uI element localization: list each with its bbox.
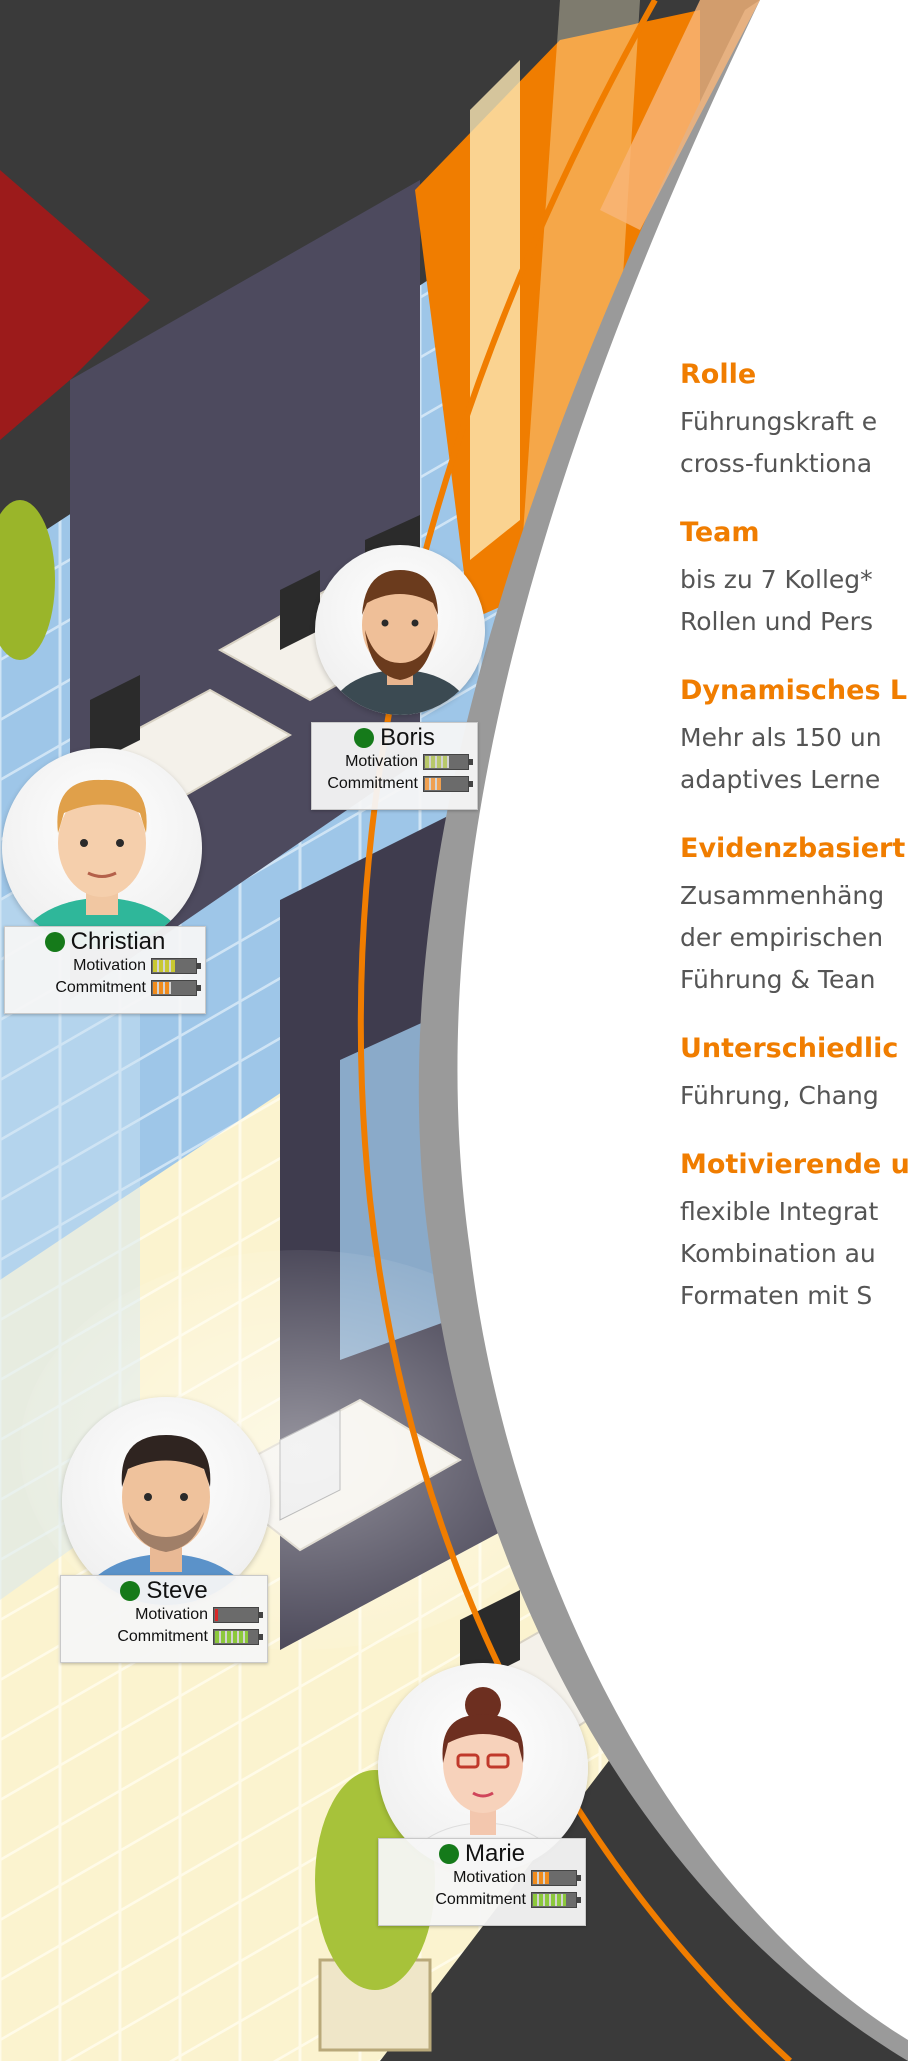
- commitment-row: Commitment: [5, 977, 205, 999]
- motivation-label: Motivation: [453, 1869, 526, 1886]
- name-row: Marie: [379, 1839, 585, 1867]
- commitment-label: Commitment: [117, 1628, 208, 1645]
- feature-heading: Motivierende u: [680, 1149, 908, 1180]
- feature-text-line: bis zu 7 Kolleg*: [680, 565, 873, 594]
- status-card-marie: Marie Motivation Commitment: [378, 1838, 586, 1926]
- feature-evidenzbasiert: Evidenzbasiert Zusammenhäng der empirisc…: [680, 829, 908, 1001]
- commitment-label: Commitment: [327, 775, 418, 792]
- character-name: Steve: [146, 1577, 208, 1604]
- feature-text-line: Führung, Chang: [680, 1081, 879, 1110]
- feature-team: Team bis zu 7 Kolleg* Rollen und Pers: [680, 513, 908, 643]
- feature-text-line: Formaten mit S: [680, 1281, 873, 1310]
- online-status-dot: [438, 1844, 459, 1864]
- status-card-christian: Christian Motivation Commitment: [4, 926, 206, 1014]
- commitment-battery-icon: [151, 980, 201, 996]
- feature-heading: Unterschiedlic: [680, 1033, 899, 1064]
- feature-heading: Dynamisches L: [680, 675, 908, 706]
- online-status-dot: [354, 728, 375, 748]
- feature-text-line: Rollen und Pers: [680, 607, 873, 636]
- feature-list: Rolle Führungskraft e cross-funktiona Te…: [680, 355, 908, 1345]
- online-status-dot: [120, 1581, 141, 1601]
- commitment-battery-fill: [153, 982, 171, 994]
- feature-text-line: Mehr als 150 un: [680, 723, 882, 752]
- motivation-label: Motivation: [135, 1606, 208, 1623]
- feature-heading: Rolle: [680, 359, 757, 390]
- commitment-battery-icon: [531, 1892, 581, 1908]
- commitment-battery-fill: [215, 1631, 249, 1643]
- motivation-battery-fill: [425, 756, 450, 768]
- motivation-row: Motivation: [61, 1604, 267, 1626]
- feature-text-line: flexible Integrat: [680, 1197, 879, 1226]
- commitment-battery-icon: [213, 1629, 263, 1645]
- motivation-battery-fill: [533, 1872, 549, 1884]
- name-row: Steve: [61, 1576, 267, 1604]
- feature-rolle: Rolle Führungskraft e cross-funktiona: [680, 355, 908, 485]
- commitment-battery-fill: [425, 778, 441, 790]
- feature-text-line: Führung & Tean: [680, 965, 876, 994]
- feature-dynamisches-lernen: Dynamisches L Mehr als 150 un adaptives …: [680, 671, 908, 801]
- motivation-battery-icon: [151, 958, 201, 974]
- motivation-row: Motivation: [379, 1867, 585, 1889]
- motivation-battery-fill: [215, 1609, 219, 1621]
- name-row: Christian: [5, 927, 205, 955]
- name-row: Boris: [312, 723, 477, 751]
- feature-heading: Evidenzbasiert: [680, 833, 906, 864]
- character-name: Marie: [464, 1840, 525, 1867]
- motivation-row: Motivation: [312, 751, 477, 773]
- character-name: Boris: [380, 724, 435, 751]
- avatar-christian: [2, 748, 202, 948]
- feature-text-line: Kombination au: [680, 1239, 876, 1268]
- orange-wall-highlight: [470, 60, 520, 560]
- status-card-boris: Boris Motivation Commitment: [311, 722, 478, 810]
- feature-text-line: adaptives Lerne: [680, 765, 881, 794]
- feature-heading: Team: [680, 517, 760, 548]
- feature-unterschiedlich: Unterschiedlic Führung, Chang: [680, 1029, 908, 1117]
- feature-motivierende: Motivierende u flexible Integrat Kombina…: [680, 1145, 908, 1317]
- status-card-steve: Steve Motivation Commitment: [60, 1575, 268, 1663]
- motivation-row: Motivation: [5, 955, 205, 977]
- motivation-battery-icon: [213, 1607, 263, 1623]
- avatar-steve: [62, 1397, 270, 1605]
- commitment-row: Commitment: [61, 1626, 267, 1648]
- feature-text-line: der empirischen: [680, 923, 884, 952]
- motivation-battery-icon: [423, 754, 473, 770]
- motivation-label: Motivation: [73, 957, 146, 974]
- feature-text-line: Zusammenhäng: [680, 881, 885, 910]
- feature-text-line: cross-funktiona: [680, 449, 873, 478]
- commitment-label: Commitment: [55, 979, 146, 996]
- motivation-battery-icon: [531, 1870, 581, 1886]
- commitment-row: Commitment: [379, 1889, 585, 1911]
- avatar-boris: [315, 545, 485, 715]
- motivation-label: Motivation: [345, 753, 418, 770]
- character-name: Christian: [70, 928, 166, 955]
- commitment-battery-icon: [423, 776, 473, 792]
- commitment-row: Commitment: [312, 773, 477, 795]
- commitment-label: Commitment: [435, 1891, 526, 1908]
- motivation-battery-fill: [153, 960, 176, 972]
- feature-text-line: Führungskraft e: [680, 407, 878, 436]
- online-status-dot: [44, 932, 65, 952]
- commitment-battery-fill: [533, 1894, 567, 1906]
